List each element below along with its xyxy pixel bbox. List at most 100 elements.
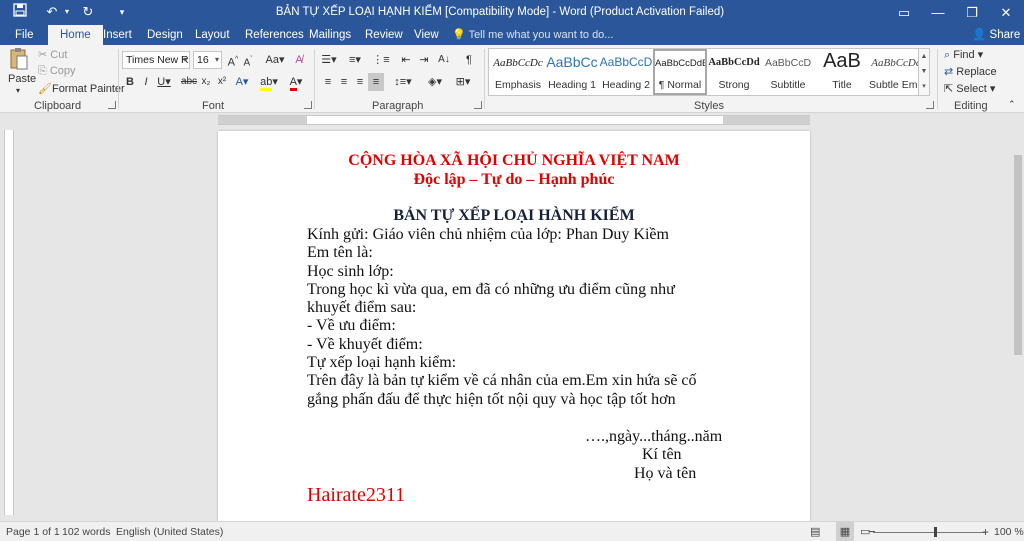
- tell-me-text: Tell me what you want to do...: [468, 29, 614, 41]
- page-count[interactable]: Page 1 of 1: [6, 522, 60, 541]
- style-heading-1[interactable]: AaBbCc Heading 1: [545, 49, 599, 95]
- tab-references[interactable]: References: [238, 25, 311, 45]
- style-subtitle[interactable]: AaBbCcD Subtitle: [761, 49, 815, 95]
- clipboard-paste-icon[interactable]: [8, 47, 30, 71]
- font-name-combo[interactable]: Times New Ro ▾: [122, 51, 190, 69]
- shrink-font-icon[interactable]: Aˇ: [242, 51, 254, 69]
- select-button[interactable]: ⇱ Select ▾: [944, 82, 995, 95]
- sort-icon[interactable]: A↓: [436, 51, 452, 69]
- customize-toolbar-icon[interactable]: ▾: [116, 3, 128, 21]
- vertical-scrollbar[interactable]: [1012, 127, 1024, 521]
- ribbon-display-icon[interactable]: ▭: [887, 0, 921, 25]
- style-preview: AaB: [823, 50, 861, 72]
- paste-dropdown-icon[interactable]: ▾: [16, 86, 20, 95]
- style-preview: AaBbCc: [546, 54, 598, 70]
- style-normal[interactable]: AaBbCcDdE ¶ Normal: [653, 49, 707, 95]
- clipboard-group-label: Clipboard: [34, 100, 82, 112]
- subscript-icon[interactable]: x₂: [200, 73, 212, 91]
- numbering-icon[interactable]: ≡▾: [344, 51, 366, 69]
- tab-view[interactable]: View: [407, 25, 446, 45]
- font-color-icon[interactable]: A▾: [286, 73, 306, 91]
- tab-home[interactable]: Home: [48, 25, 103, 45]
- shading-icon[interactable]: ◈▾: [424, 73, 446, 91]
- minimize-button[interactable]: —: [921, 0, 955, 25]
- superscript-icon[interactable]: x²: [216, 73, 228, 91]
- cut-label: Cut: [50, 49, 68, 61]
- multilevel-list-icon[interactable]: ⋮≡: [370, 51, 392, 69]
- tab-review[interactable]: Review: [358, 25, 410, 45]
- style-title[interactable]: AaB Title: [815, 49, 869, 95]
- bullets-icon[interactable]: ☰▾: [318, 51, 340, 69]
- tab-layout[interactable]: Layout: [188, 25, 237, 45]
- clear-formatting-icon[interactable]: A̸: [292, 51, 306, 69]
- print-layout-icon[interactable]: ▦: [836, 522, 854, 541]
- borders-icon[interactable]: ⊞▾: [452, 73, 474, 91]
- line-spacing-icon[interactable]: ↕≡▾: [392, 73, 414, 91]
- word-count[interactable]: 102 words: [62, 522, 110, 541]
- collapse-ribbon-icon[interactable]: ⌃: [1008, 99, 1016, 110]
- justify-icon[interactable]: ≡: [368, 73, 384, 91]
- more-styles-icon[interactable]: ▾: [919, 79, 929, 94]
- zoom-slider[interactable]: [873, 532, 985, 533]
- decrease-indent-icon[interactable]: ⇤: [398, 51, 414, 69]
- change-case-icon[interactable]: Aa▾: [264, 51, 286, 69]
- font-size-combo[interactable]: 16 ▾: [193, 51, 222, 69]
- italic-icon[interactable]: I: [140, 73, 152, 91]
- underline-icon[interactable]: U▾: [156, 73, 172, 91]
- close-button[interactable]: ✕: [989, 0, 1023, 25]
- vertical-ruler[interactable]: [4, 130, 14, 515]
- divider: [937, 49, 938, 109]
- doc-signature: Hairate2311: [307, 484, 406, 506]
- save-icon[interactable]: [10, 3, 30, 21]
- replace-button[interactable]: ⇄ Replace: [944, 65, 997, 78]
- style-subtle-emphasis[interactable]: AaBbCcDc Subtle Em...: [869, 49, 923, 95]
- language-status[interactable]: English (United States): [116, 522, 223, 541]
- tab-design[interactable]: Design: [140, 25, 190, 45]
- pilcrow-icon[interactable]: ¶: [462, 51, 476, 69]
- tab-file[interactable]: File: [8, 25, 41, 45]
- bold-icon[interactable]: B: [124, 73, 136, 91]
- tab-mailings[interactable]: Mailings: [302, 25, 358, 45]
- horizontal-ruler[interactable]: [218, 115, 810, 125]
- styles-launcher-icon[interactable]: [926, 101, 934, 109]
- style-heading-2[interactable]: AaBbCcD Heading 2: [599, 49, 653, 95]
- zoom-in-icon[interactable]: +: [982, 522, 989, 541]
- search-icon: ⌕: [944, 49, 954, 61]
- paste-label[interactable]: Paste: [8, 73, 36, 85]
- restore-button[interactable]: ❐: [955, 0, 989, 25]
- redo-icon[interactable]: ↻: [78, 3, 98, 21]
- read-mode-icon[interactable]: ▤: [810, 522, 820, 541]
- align-left-icon[interactable]: ≡: [320, 73, 336, 91]
- select-arrow-icon: ⇱: [944, 83, 957, 95]
- style-strong[interactable]: AaBbCcDd Strong: [707, 49, 761, 95]
- scroll-up-icon[interactable]: ▲: [919, 49, 929, 64]
- paragraph-launcher-icon[interactable]: [474, 101, 482, 109]
- font-launcher-icon[interactable]: [304, 101, 312, 109]
- divider: [484, 49, 485, 109]
- document-page[interactable]: CỘNG HÒA XÃ HỘI CHỦ NGHĨA VIỆT NAM Độc l…: [218, 131, 810, 521]
- highlight-color-icon[interactable]: ab▾: [258, 73, 280, 91]
- strikethrough-icon[interactable]: abc: [180, 73, 198, 91]
- align-right-icon[interactable]: ≡: [352, 73, 368, 91]
- tell-me-search[interactable]: 💡 Tell me what you want to do...: [452, 25, 613, 45]
- scrollbar-thumb[interactable]: [1014, 155, 1022, 355]
- format-painter-button[interactable]: 🖌Format Painter: [38, 82, 125, 95]
- styles-scroll[interactable]: ▲ ▼ ▾: [918, 48, 930, 96]
- cut-button[interactable]: ✂ Cut: [38, 48, 67, 61]
- undo-icon[interactable]: ↶: [42, 3, 62, 21]
- text-effects-icon[interactable]: A▾: [232, 73, 252, 91]
- grow-font-icon[interactable]: A^: [226, 51, 240, 69]
- person-icon: 👤: [972, 29, 987, 41]
- share-button[interactable]: 👤 Share: [972, 25, 1020, 45]
- tab-insert[interactable]: Insert: [96, 25, 139, 45]
- zoom-level[interactable]: 100 %: [994, 522, 1024, 541]
- scroll-down-icon[interactable]: ▼: [919, 64, 929, 79]
- zoom-slider-thumb[interactable]: [934, 527, 937, 537]
- align-center-icon[interactable]: ≡: [336, 73, 352, 91]
- undo-dropdown-icon[interactable]: ▾: [62, 3, 72, 21]
- clipboard-launcher-icon[interactable]: [108, 101, 116, 109]
- find-button[interactable]: ⌕ Find ▾: [944, 48, 983, 62]
- increase-indent-icon[interactable]: ⇥: [416, 51, 432, 69]
- copy-button[interactable]: ⎘ Copy: [38, 65, 76, 78]
- style-emphasis[interactable]: AaBbCcDc Emphasis: [491, 49, 545, 95]
